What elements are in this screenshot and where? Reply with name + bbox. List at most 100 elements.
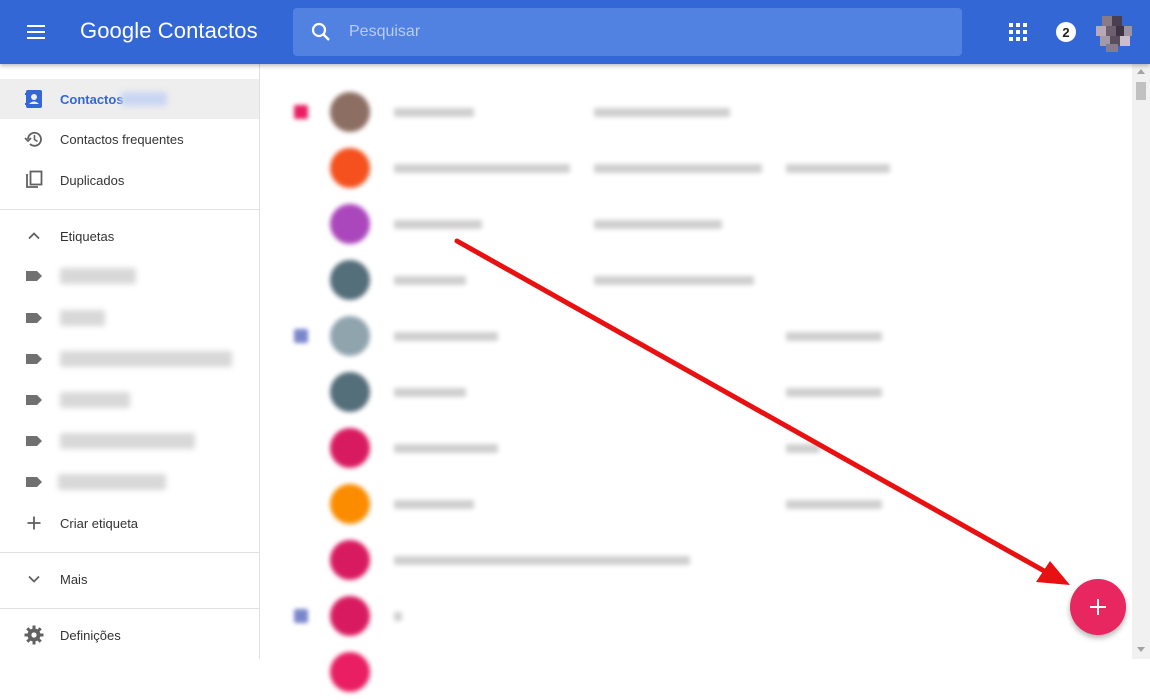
sidebar-item-duplicates[interactable]: Duplicados: [0, 160, 259, 200]
more-label: Mais: [60, 571, 88, 587]
apps-button[interactable]: [1002, 16, 1034, 48]
redacted-label-name: [60, 392, 130, 408]
contact-row[interactable]: [260, 252, 1132, 308]
contact-row[interactable]: [260, 420, 1132, 476]
sidebar-label-item[interactable]: [0, 339, 259, 379]
contact-row[interactable]: [260, 84, 1132, 140]
label-icon: [26, 395, 42, 405]
contact-row[interactable]: [260, 476, 1132, 532]
redacted-phone: [786, 444, 820, 453]
contact-avatar: [330, 372, 370, 412]
scroll-up-arrow-icon[interactable]: [1137, 69, 1145, 74]
contacts-icon: [25, 90, 42, 108]
contact-avatar: [330, 148, 370, 188]
scroll-down-arrow-icon[interactable]: [1137, 647, 1145, 652]
contact-avatar: [330, 92, 370, 132]
sidebar-item-label: Contactos: [60, 91, 124, 107]
duplicate-icon: [26, 170, 43, 188]
redacted-name: [394, 276, 466, 285]
contact-row[interactable]: [260, 532, 1132, 588]
sidebar-item-frequent[interactable]: Contactos frequentes: [0, 119, 259, 159]
chevron-down-icon: [28, 575, 40, 583]
redacted-phone: [786, 332, 882, 341]
labels-section-toggle[interactable]: Etiquetas: [0, 216, 259, 256]
redacted-name: [394, 220, 482, 229]
label-icon: [26, 436, 42, 446]
redacted-email: [594, 276, 754, 285]
sidebar-item-label: Contactos frequentes: [60, 131, 184, 147]
contact-avatar: [330, 540, 370, 580]
contact-avatar: [330, 428, 370, 468]
row-marker: [294, 105, 308, 119]
redacted-name: [394, 500, 474, 509]
redacted-email: [594, 164, 762, 173]
redacted-count: [121, 92, 167, 106]
contact-avatar: [330, 596, 370, 636]
label-icon: [26, 477, 42, 487]
redacted-phone: [786, 164, 890, 173]
vertical-scrollbar[interactable]: [1132, 64, 1150, 659]
redacted-name: [394, 164, 570, 173]
apps-grid-icon: [1009, 23, 1027, 41]
redacted-name: [394, 556, 690, 565]
sidebar-item-contacts[interactable]: Contactos: [0, 79, 259, 119]
redacted-phone: [786, 500, 882, 509]
redacted-label-name: [60, 433, 195, 449]
contact-row[interactable]: [260, 196, 1132, 252]
contact-avatar: [330, 260, 370, 300]
contact-row[interactable]: [260, 644, 1132, 700]
redacted-label-name: [60, 268, 136, 284]
hamburger-icon: [27, 25, 45, 39]
search-box[interactable]: [293, 8, 962, 56]
contacts-list: [260, 64, 1132, 692]
redacted-name: [394, 388, 466, 397]
create-contact-button[interactable]: [1070, 579, 1126, 635]
notification-badge[interactable]: 2: [1056, 22, 1076, 42]
contact-avatar: [330, 484, 370, 524]
contact-row[interactable]: [260, 364, 1132, 420]
plus-icon: [1090, 599, 1106, 615]
settings-item[interactable]: Definições: [0, 615, 259, 655]
redacted-name: [394, 108, 474, 117]
more-toggle[interactable]: Mais: [0, 559, 259, 599]
create-label-text: Criar etiqueta: [60, 515, 139, 531]
redacted-label-name: [60, 351, 232, 367]
chevron-up-icon: [28, 232, 40, 240]
sidebar-label-item[interactable]: [0, 462, 259, 502]
label-icon: [26, 354, 42, 364]
top-app-bar: Google Contactos 2: [0, 0, 1150, 64]
row-marker: [294, 609, 308, 623]
sidebar-label-item[interactable]: [0, 380, 259, 420]
sidebar-label-item[interactable]: [0, 421, 259, 461]
contact-row[interactable]: [260, 140, 1132, 196]
row-marker: [294, 329, 308, 343]
redacted-name: [394, 612, 402, 621]
contact-row[interactable]: [260, 308, 1132, 364]
redacted-name: [394, 332, 498, 341]
contact-row[interactable]: [260, 588, 1132, 644]
sidebar-label-item[interactable]: [0, 256, 259, 296]
search-icon[interactable]: [309, 20, 333, 44]
redacted-label-name: [58, 474, 166, 490]
contact-avatar: [330, 316, 370, 356]
redacted-label-name: [60, 310, 105, 326]
redacted-email: [594, 220, 722, 229]
main-menu-button[interactable]: [16, 12, 56, 52]
create-label-button[interactable]: Criar etiqueta: [0, 503, 259, 543]
contact-avatar: [330, 652, 370, 692]
gear-icon: [24, 625, 44, 645]
sidebar-divider: [0, 209, 259, 210]
contact-avatar: [330, 204, 370, 244]
redacted-phone: [786, 388, 882, 397]
sidebar-label-item[interactable]: [0, 298, 259, 338]
app-title[interactable]: Google Contactos: [80, 18, 258, 44]
search-input[interactable]: [349, 8, 939, 56]
redacted-email: [594, 108, 730, 117]
sidebar-divider: [0, 608, 259, 609]
sidebar-divider: [0, 552, 259, 553]
history-icon: [24, 131, 42, 147]
account-avatar[interactable]: [1094, 14, 1132, 52]
sidebar: Contactos Contactos frequentes Duplicado…: [0, 64, 260, 659]
plus-icon: [27, 516, 41, 530]
scroll-thumb[interactable]: [1136, 82, 1146, 100]
